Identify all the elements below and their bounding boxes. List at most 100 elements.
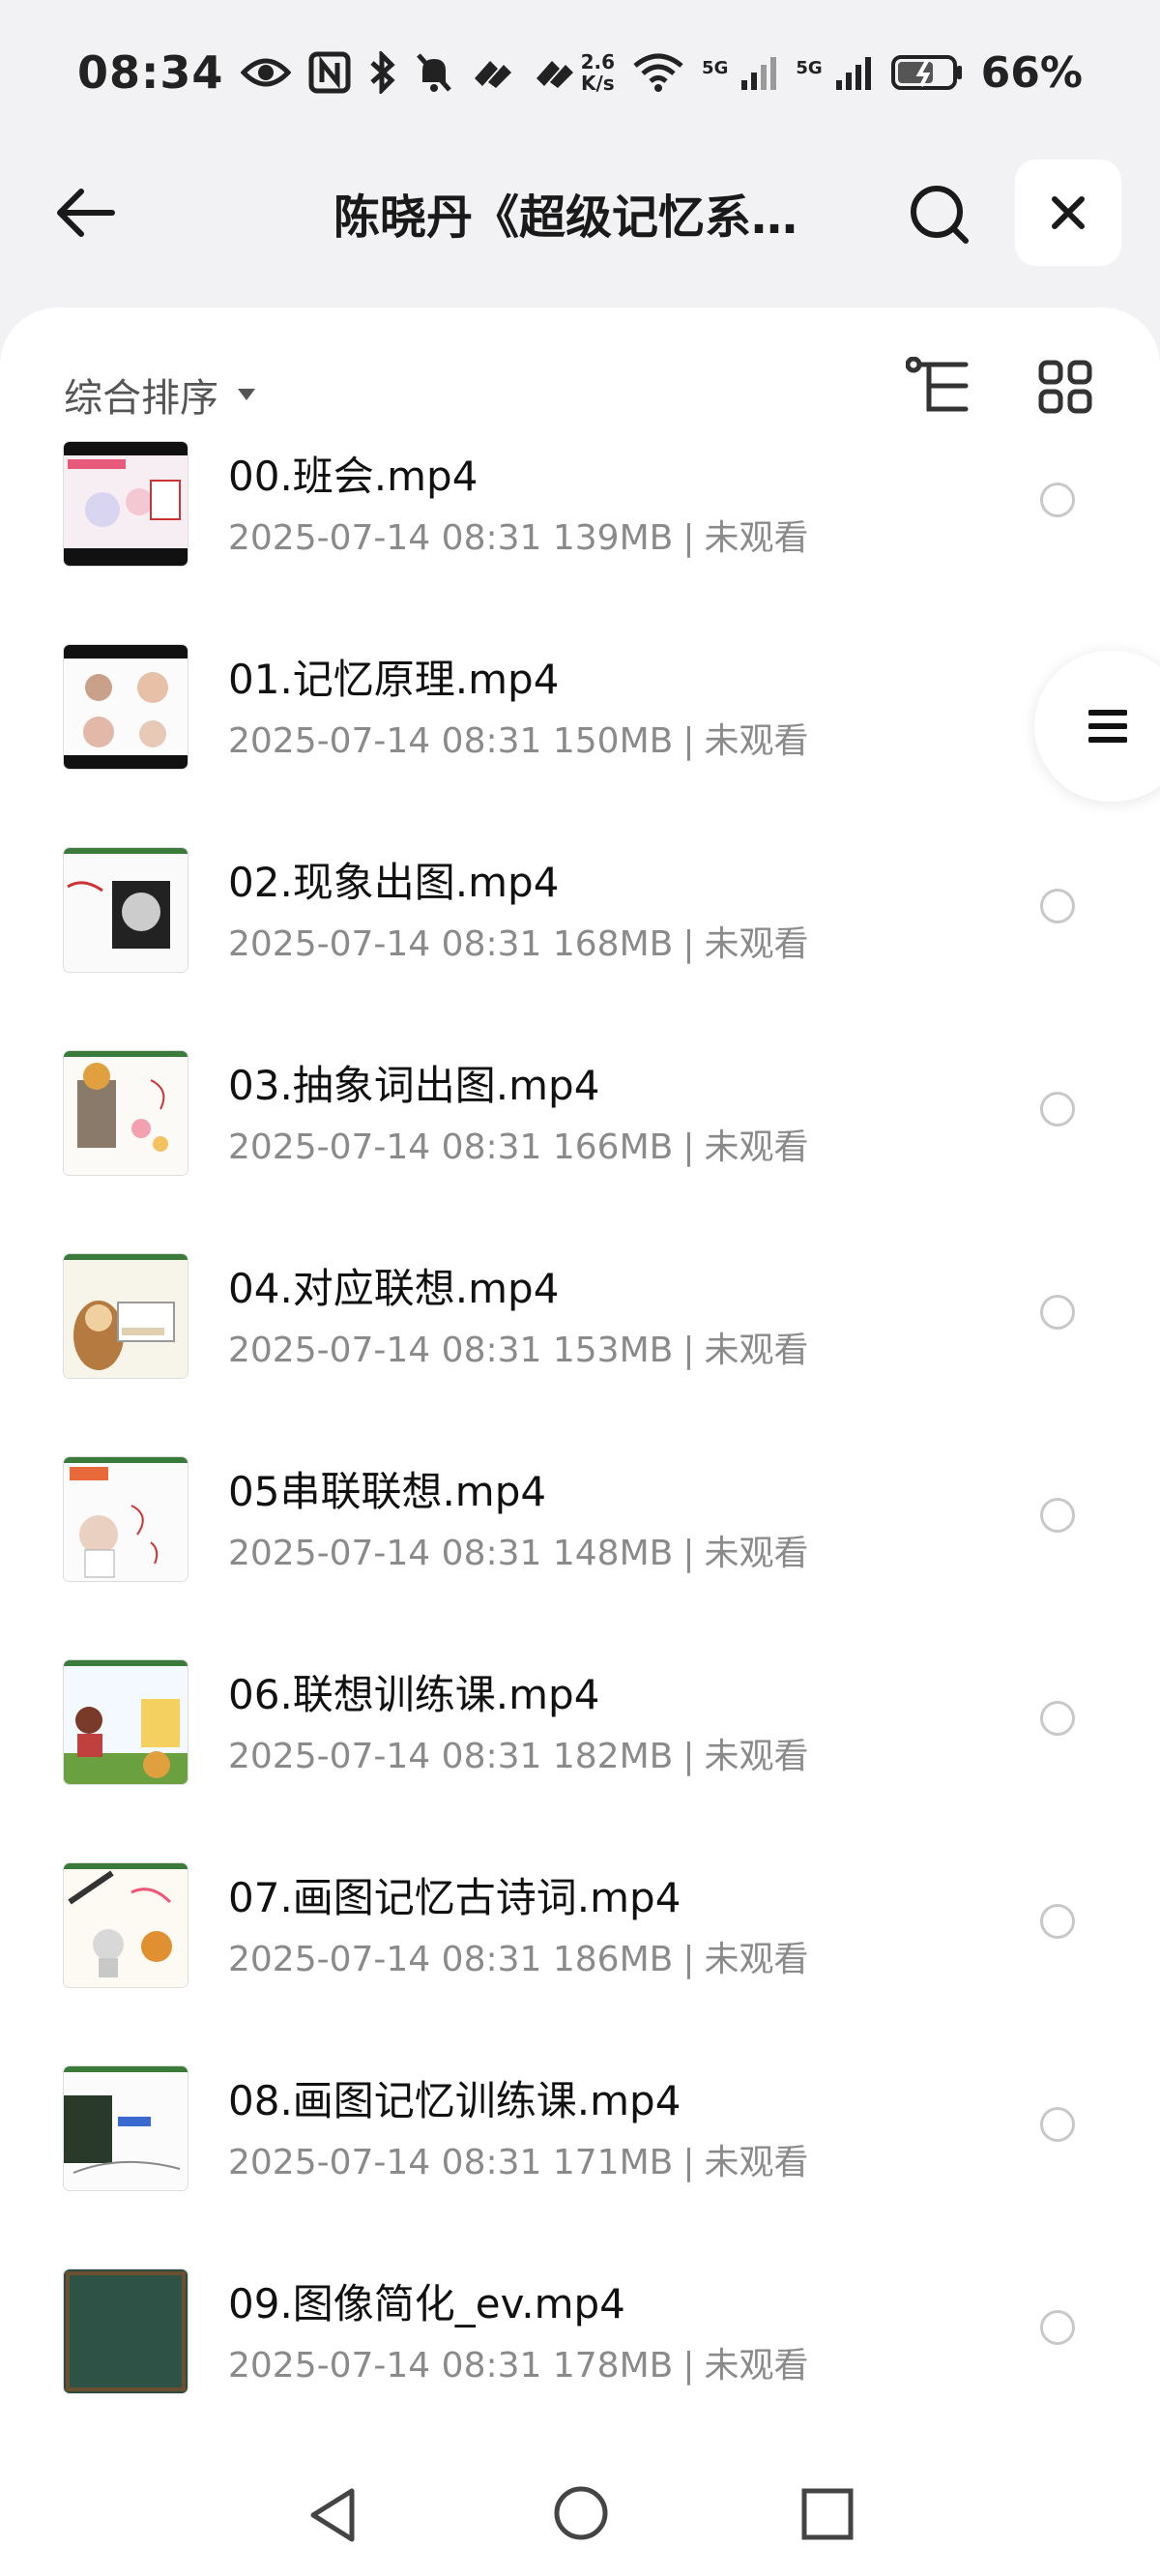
nav-back-icon (310, 2488, 355, 2542)
nav-back-button[interactable] (302, 2483, 365, 2551)
file-size: 171MB (552, 2143, 674, 2182)
video-thumbnail (64, 1254, 188, 1378)
file-date: 2025-07-14 08:31 (228, 1737, 542, 1776)
meta-separator: | (682, 721, 695, 761)
file-date: 2025-07-14 08:31 (228, 924, 542, 964)
video-thumbnail (64, 442, 188, 566)
file-size: 153MB (552, 1331, 674, 1370)
menu-icon (1088, 710, 1127, 743)
search-button[interactable] (901, 176, 978, 253)
file-size: 148MB (552, 1534, 674, 1573)
watch-status: 未观看 (704, 1534, 809, 1573)
nav-recent-icon (801, 2488, 854, 2540)
bluetooth-icon (368, 51, 397, 94)
select-radio[interactable] (1040, 889, 1075, 923)
sort-caret-icon (238, 389, 255, 400)
network-speed: 2.6 K/s (581, 51, 615, 94)
network-speed-unit: K/s (580, 72, 615, 95)
select-radio[interactable] (1040, 2107, 1075, 2142)
nfc-icon (308, 51, 351, 94)
file-name: 00.班会.mp4 (228, 453, 478, 500)
file-meta: 2025-07-14 08:31 168MB | 未观看 (228, 916, 809, 966)
file-size: 139MB (552, 518, 674, 558)
page-title: 陈晓丹《超级记忆系… (334, 190, 798, 245)
file-meta: 2025-07-14 08:31 182MB | 未观看 (228, 1728, 809, 1778)
file-meta: 2025-07-14 08:31 166MB | 未观看 (228, 1119, 809, 1169)
status-bar-right: 2.6 K/s 5G 5G 66% (581, 48, 1083, 98)
file-name: 08.画图记忆训练课.mp4 (228, 2077, 682, 2124)
list-item[interactable]: 09.图像简化_ev.mp4 2025-07-14 08:31 178MB | 未观… (0, 2266, 1160, 2469)
meta-separator: | (682, 1534, 695, 1573)
select-radio[interactable] (1040, 1904, 1075, 1939)
close-button[interactable] (1015, 160, 1121, 266)
file-date: 2025-07-14 08:31 (228, 518, 542, 558)
nav-home-icon (554, 2486, 608, 2540)
tree-view-button[interactable] (899, 348, 976, 425)
video-thumbnail (64, 2066, 188, 2190)
list-item[interactable]: 08.画图记忆训练课.mp4 2025-07-14 08:31 171MB | 未观… (0, 2063, 1160, 2266)
status-bar-left: 08:34 (77, 46, 577, 99)
video-thumbnail (64, 2269, 188, 2393)
meta-separator: | (682, 1737, 695, 1776)
back-button[interactable] (46, 182, 124, 244)
search-icon (911, 186, 969, 244)
file-size: 178MB (552, 2346, 674, 2386)
file-size: 186MB (552, 1940, 674, 1979)
select-radio[interactable] (1040, 483, 1075, 517)
file-meta: 2025-07-14 08:31 178MB | 未观看 (228, 2337, 809, 2387)
video-thumbnail (64, 645, 188, 769)
file-meta: 2025-07-14 08:31 171MB | 未观看 (228, 2134, 809, 2184)
list-item[interactable]: 01.记忆原理.mp4 2025-07-14 08:31 150MB | 未观看 (0, 641, 1160, 844)
file-name: 04.对应联想.mp4 (228, 1265, 560, 1312)
watch-status: 未观看 (704, 721, 809, 761)
select-radio[interactable] (1040, 1498, 1075, 1533)
file-name: 07.画图记忆古诗词.mp4 (228, 1874, 682, 1921)
file-name: 05串联联想.mp4 (228, 1468, 547, 1515)
watch-status: 未观看 (704, 2143, 809, 2182)
list-item[interactable]: 02.现象出图.mp4 2025-07-14 08:31 168MB | 未观看 (0, 844, 1160, 1047)
watch-status: 未观看 (704, 924, 809, 964)
sort-dropdown[interactable]: 综合排序 (64, 356, 257, 433)
list-item[interactable]: 07.画图记忆古诗词.mp4 2025-07-14 08:31 186MB | 未观… (0, 1859, 1160, 2063)
file-size: 150MB (552, 721, 674, 761)
list-item[interactable]: 04.对应联想.mp4 2025-07-14 08:31 153MB | 未观看 (0, 1250, 1160, 1453)
eye-icon (241, 53, 292, 92)
list-item[interactable]: 06.联想训练课.mp4 2025-07-14 08:31 182MB | 未观看 (0, 1656, 1160, 1859)
file-list: 00.班会.mp4 2025-07-14 08:31 139MB | 未观看 01.… (0, 438, 1160, 2469)
file-date: 2025-07-14 08:31 (228, 1534, 542, 1573)
meta-separator: | (682, 1940, 695, 1979)
nav-recent-button[interactable] (798, 2485, 856, 2547)
list-item[interactable]: 03.抽象词出图.mp4 2025-07-14 08:31 166MB | 未观看 (0, 1047, 1160, 1250)
video-thumbnail (64, 1457, 188, 1581)
file-name: 02.现象出图.mp4 (228, 859, 560, 906)
watch-status: 未观看 (704, 1940, 809, 1979)
system-nav-bar (0, 2456, 1160, 2576)
signal-2-label: 5G (796, 57, 823, 78)
file-meta: 2025-07-14 08:31 153MB | 未观看 (228, 1322, 809, 1372)
signal-1-label: 5G (702, 57, 729, 78)
list-item[interactable]: 05串联联想.mp4 2025-07-14 08:31 148MB | 未观看 (0, 1453, 1160, 1656)
meta-separator: | (682, 2346, 695, 2386)
select-radio[interactable] (1040, 1701, 1075, 1736)
file-meta: 2025-07-14 08:31 186MB | 未观看 (228, 1931, 809, 1981)
status-time: 08:34 (77, 46, 224, 99)
file-date: 2025-07-14 08:31 (228, 1331, 542, 1370)
grid-view-button[interactable] (1027, 348, 1104, 425)
meta-separator: | (682, 1331, 695, 1370)
file-date: 2025-07-14 08:31 (228, 1127, 542, 1167)
meta-separator: | (682, 924, 695, 964)
list-toolbar: 综合排序 (0, 307, 1160, 453)
watch-status: 未观看 (704, 518, 809, 558)
select-radio[interactable] (1040, 2310, 1075, 2345)
file-size: 168MB (552, 924, 674, 964)
wifi-icon (632, 52, 684, 93)
tree-view-icon (906, 357, 969, 412)
list-item[interactable]: 00.班会.mp4 2025-07-14 08:31 139MB | 未观看 (0, 438, 1160, 641)
select-radio[interactable] (1040, 1092, 1075, 1127)
meta-separator: | (682, 1127, 695, 1167)
nav-home-button[interactable] (549, 2481, 613, 2549)
file-panel: 综合排序 00.班会.mp4 2025-07-14 08:31 139MB | 未观… (0, 307, 1160, 2576)
battery-percent: 66% (980, 47, 1083, 98)
select-radio[interactable] (1040, 1295, 1075, 1330)
file-name: 03.抽象词出图.mp4 (228, 1062, 600, 1109)
